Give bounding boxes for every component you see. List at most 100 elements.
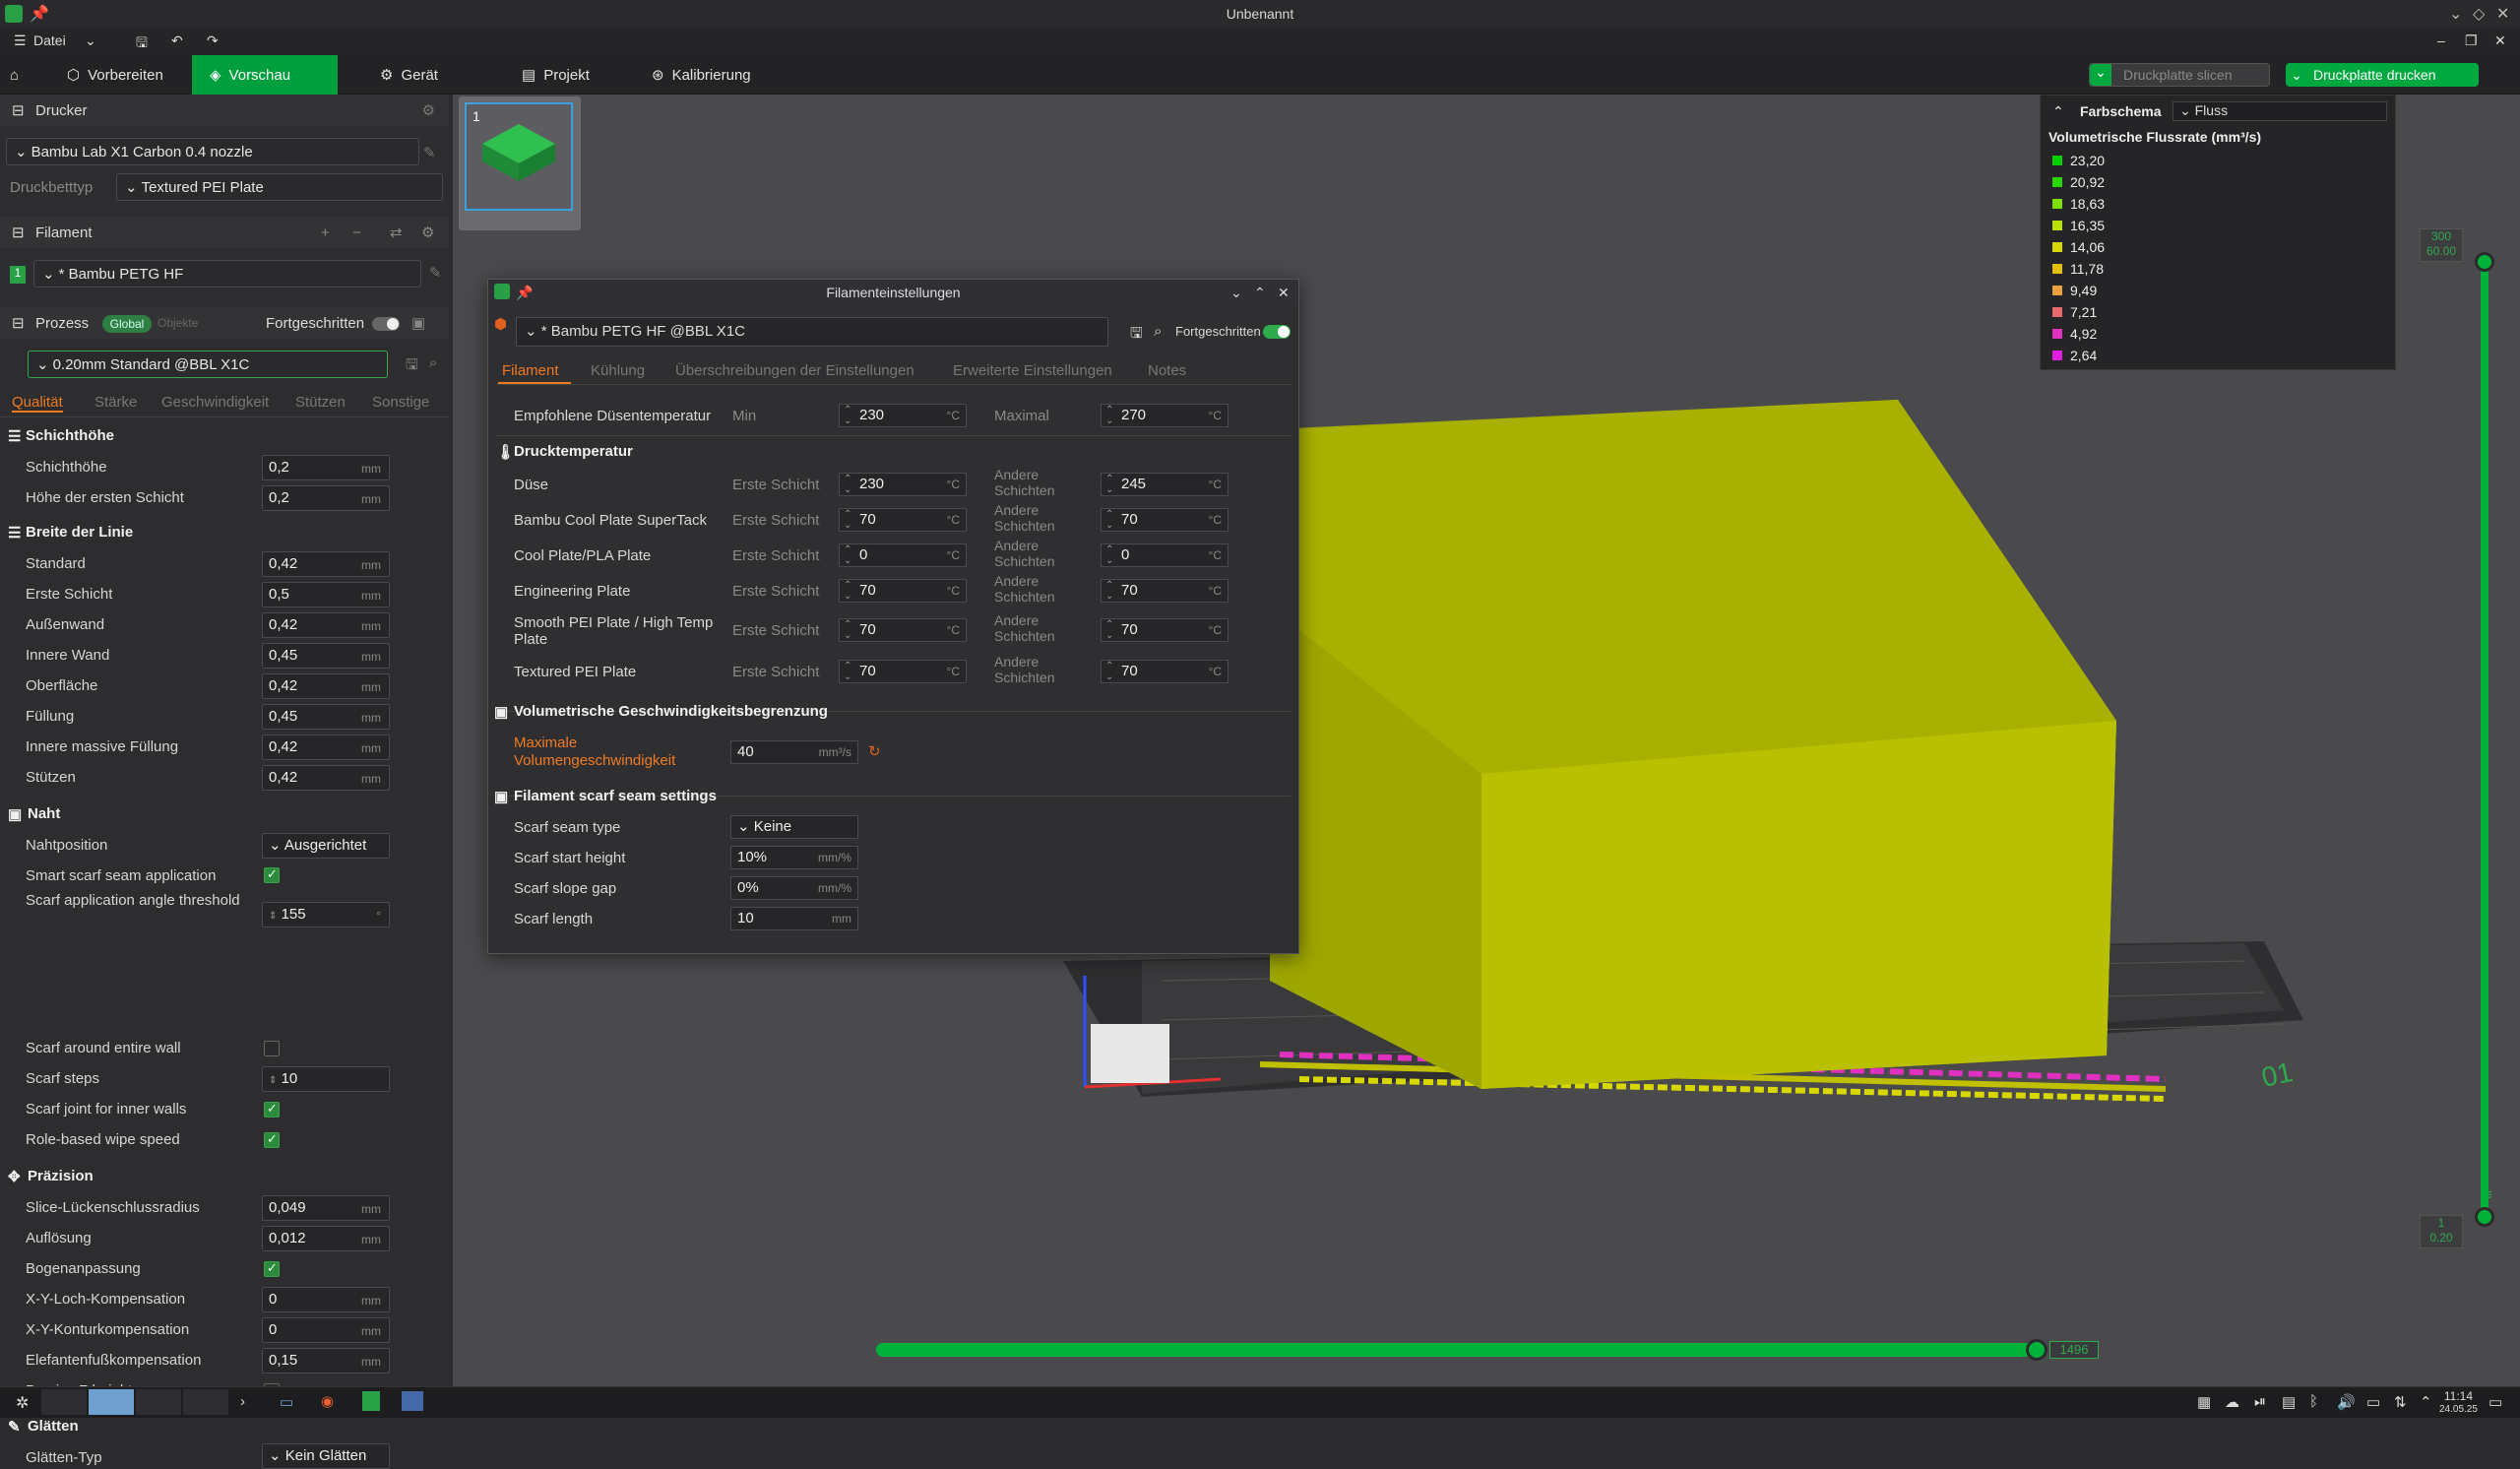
color-scheme-select[interactable]: ⌄ Fluss bbox=[2173, 101, 2387, 121]
collapse-icon[interactable]: ⌃ bbox=[2052, 103, 2064, 120]
first-layer-temp-input[interactable]: ⌃ ⌄ 70 °C bbox=[839, 579, 967, 603]
min-temp-input[interactable]: ⌃ ⌄ 230 °C bbox=[839, 404, 967, 427]
bed-type-select[interactable]: ⌄ Textured PEI Plate bbox=[116, 173, 443, 201]
save-icon[interactable]: 🖫 bbox=[136, 32, 148, 56]
role-wipe-speed-checkbox[interactable] bbox=[264, 1131, 280, 1148]
scarf-type-select[interactable]: ⌄ Keine bbox=[730, 815, 858, 839]
move-slider-handle[interactable] bbox=[2026, 1339, 2048, 1361]
hamburger-icon[interactable]: ☰ bbox=[14, 32, 27, 49]
chevron-down-icon[interactable]: ⌄ bbox=[1230, 280, 1242, 305]
reset-icon[interactable]: ↻ bbox=[868, 742, 881, 760]
clipboard-icon[interactable]: ▤ bbox=[2282, 1393, 2296, 1411]
chevron-right-icon[interactable]: › bbox=[240, 1393, 245, 1410]
desktop-3[interactable] bbox=[136, 1389, 181, 1415]
lw-input[interactable]: 0,42 mm bbox=[262, 551, 390, 577]
bambu-studio-icon[interactable] bbox=[362, 1391, 380, 1411]
screenshot-tool-icon[interactable] bbox=[402, 1391, 423, 1411]
max-volumetric-input[interactable]: 40 mm³/s bbox=[730, 740, 858, 764]
restore-icon[interactable]: ◇ bbox=[2473, 4, 2485, 24]
desktop-4[interactable] bbox=[183, 1389, 228, 1415]
firefox-icon[interactable]: ◉ bbox=[321, 1392, 334, 1410]
filament-preset-select[interactable]: ⌄ * Bambu PETG HF @BBL X1C bbox=[516, 317, 1108, 347]
slice-gap-input[interactable]: 0,049 mm bbox=[262, 1195, 390, 1221]
close-icon[interactable]: ✕ bbox=[1278, 280, 1290, 305]
desktop-2[interactable] bbox=[89, 1389, 134, 1415]
ironing-type-select[interactable]: ⌄ Kein Glätten bbox=[262, 1443, 390, 1469]
other-layers-temp-input[interactable]: ⌃ ⌄ 70 °C bbox=[1101, 579, 1228, 603]
cloud-icon[interactable]: ☁ bbox=[2225, 1393, 2239, 1411]
search-icon[interactable]: ⌕ bbox=[1154, 323, 1162, 340]
lw-input[interactable]: 0,45 mm bbox=[262, 704, 390, 730]
tab-advanced[interactable]: Erweiterte Einstellungen bbox=[953, 362, 1112, 379]
spinner-icon[interactable]: ⌃ ⌄ bbox=[1105, 544, 1113, 566]
chevron-down-icon[interactable]: ⌄ bbox=[85, 32, 96, 49]
tab-strength[interactable]: Stärke bbox=[94, 394, 137, 411]
media-icon[interactable]: ⏯ bbox=[2254, 1393, 2266, 1410]
lw-input[interactable]: 0,45 mm bbox=[262, 643, 390, 669]
grid-icon[interactable]: ▦ bbox=[2197, 1393, 2211, 1411]
bluetooth-icon[interactable]: ᛒ bbox=[2309, 1393, 2318, 1410]
remove-icon[interactable]: − bbox=[352, 224, 361, 241]
filament-select[interactable]: ⌄ * Bambu PETG HF bbox=[33, 260, 421, 287]
chevron-up-icon[interactable]: ⌃ bbox=[2420, 1393, 2432, 1411]
printer-select[interactable]: ⌄ Bambu Lab X1 Carbon 0.4 nozzle bbox=[6, 138, 419, 165]
add-icon[interactable]: + bbox=[321, 224, 330, 241]
chevron-up-icon[interactable]: ⌃ bbox=[1254, 280, 1266, 305]
spinner-icon[interactable]: ⇕ bbox=[269, 1075, 277, 1086]
pin-icon[interactable]: 📌 bbox=[516, 280, 533, 305]
redo-icon[interactable]: ↷ bbox=[207, 32, 219, 49]
lw-input[interactable]: 0,42 mm bbox=[262, 673, 390, 699]
desktop-1[interactable] bbox=[41, 1389, 87, 1415]
spinner-icon[interactable]: ⌃ ⌄ bbox=[1105, 474, 1113, 495]
spinner-icon[interactable]: ⌃ ⌄ bbox=[1105, 405, 1113, 426]
process-preset-select[interactable]: ⌄ 0.20mm Standard @BBL X1C bbox=[28, 351, 388, 378]
spinner-icon[interactable]: ⌃ ⌄ bbox=[844, 509, 851, 531]
other-layers-temp-input[interactable]: ⌃ ⌄ 0 °C bbox=[1101, 543, 1228, 567]
layer-slider-bottom-handle[interactable] bbox=[2475, 1207, 2494, 1227]
lw-input[interactable]: 0,42 mm bbox=[262, 612, 390, 638]
layer-slider[interactable] bbox=[2481, 258, 2488, 1219]
other-layers-temp-input[interactable]: ⌃ ⌄ 70 °C bbox=[1101, 660, 1228, 683]
settings-icon[interactable]: ⚙ bbox=[421, 224, 434, 241]
show-desktop-icon[interactable]: ▭ bbox=[2488, 1393, 2502, 1411]
sync-icon[interactable]: ⇄ bbox=[390, 224, 403, 241]
spinner-icon[interactable]: ⌃ ⌄ bbox=[844, 580, 851, 602]
objects-toggle[interactable]: Objekte bbox=[158, 316, 198, 330]
save-icon[interactable]: 🖫 bbox=[406, 354, 418, 379]
spinner-icon[interactable]: ⌃ ⌄ bbox=[844, 474, 851, 495]
spinner-icon[interactable]: ⌃ ⌄ bbox=[844, 544, 851, 566]
elephant-foot-input[interactable]: 0,15 mm bbox=[262, 1348, 390, 1373]
move-slider[interactable] bbox=[876, 1343, 2038, 1357]
scarf-gap-input[interactable]: 0% mm/% bbox=[730, 876, 858, 900]
first-layer-temp-input[interactable]: ⌃ ⌄ 70 °C bbox=[839, 660, 967, 683]
other-layers-temp-input[interactable]: ⌃ ⌄ 70 °C bbox=[1101, 508, 1228, 532]
advanced-switch[interactable] bbox=[372, 317, 400, 331]
save-icon[interactable]: 🖫 bbox=[1130, 323, 1143, 348]
spinner-icon[interactable]: ⌃ ⌄ bbox=[1105, 509, 1113, 531]
tab-overrides[interactable]: Überschreibungen der Einstellungen bbox=[675, 362, 914, 379]
tab-support[interactable]: Stützen bbox=[295, 394, 346, 411]
first-layer-temp-input[interactable]: ⌃ ⌄ 70 °C bbox=[839, 508, 967, 532]
first-layer-temp-input[interactable]: ⌃ ⌄ 0 °C bbox=[839, 543, 967, 567]
minimize-icon[interactable]: – bbox=[2437, 32, 2445, 48]
edit-icon[interactable]: ✎ bbox=[423, 144, 436, 161]
layer-slider-top-handle[interactable] bbox=[2475, 252, 2494, 272]
tab-preview[interactable]: ◈ Vorschau bbox=[192, 55, 338, 95]
chevron-down-icon[interactable]: ⌄ bbox=[2449, 4, 2462, 24]
display-icon[interactable]: ▭ bbox=[2366, 1393, 2380, 1411]
volume-icon[interactable]: 🔊 bbox=[2337, 1393, 2356, 1411]
clock[interactable]: 11:14 24.05.25 bbox=[2439, 1390, 2478, 1416]
scarf-steps-input[interactable]: ⇕ 10 bbox=[262, 1066, 390, 1092]
seam-position-select[interactable]: ⌄ Ausgerichtet bbox=[262, 833, 390, 859]
advanced-switch[interactable] bbox=[1263, 325, 1291, 339]
close-icon[interactable]: ✕ bbox=[2494, 32, 2506, 49]
tab-calibration[interactable]: ⊛ Kalibrierung bbox=[634, 55, 769, 95]
tab-project[interactable]: ▤ Projekt bbox=[504, 55, 607, 95]
smart-scarf-checkbox[interactable] bbox=[264, 866, 280, 883]
start-menu-icon[interactable]: ✲ bbox=[16, 1393, 29, 1413]
layer-height-input[interactable]: 0,2 mm bbox=[262, 455, 390, 480]
settings-icon[interactable]: ⚙ bbox=[422, 101, 435, 119]
lw-input[interactable]: 0,42 mm bbox=[262, 765, 390, 791]
spinner-icon[interactable]: ⌃ ⌄ bbox=[1105, 661, 1113, 682]
tab-cooling[interactable]: Kühlung bbox=[591, 362, 645, 379]
